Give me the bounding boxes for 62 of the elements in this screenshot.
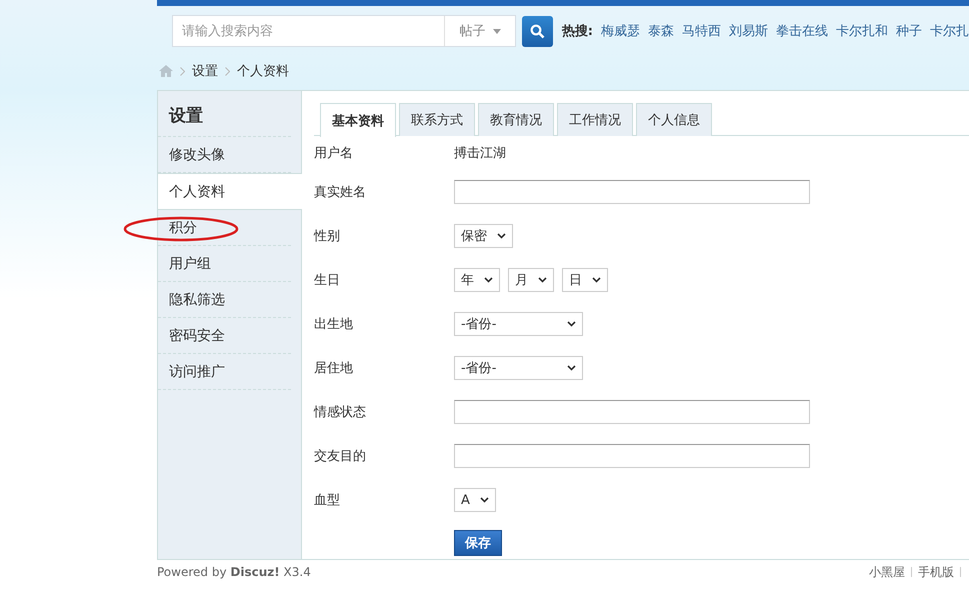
caret-icon bbox=[493, 28, 502, 34]
chevron-down-icon bbox=[567, 365, 576, 371]
tab[interactable]: 联系方式 bbox=[399, 103, 475, 136]
search-icon bbox=[530, 24, 546, 38]
sidebar-item[interactable]: 用户组 bbox=[158, 246, 291, 282]
hot-search-link[interactable]: 卡尔扎和 bbox=[836, 22, 888, 40]
select-dropdown[interactable]: A bbox=[454, 488, 496, 512]
input-field[interactable] bbox=[454, 400, 810, 424]
field-label: 真实姓名 bbox=[314, 184, 367, 201]
powered-by-text: Powered by Discuz! X3.4 bbox=[157, 565, 311, 579]
save-button[interactable]: 保存 bbox=[454, 530, 502, 556]
chevron-down-icon bbox=[538, 277, 547, 283]
field-label: 用户名 bbox=[314, 145, 354, 162]
chevron-down-icon bbox=[484, 277, 493, 283]
input-field[interactable] bbox=[454, 180, 810, 204]
sidebar-title: 设置 bbox=[158, 101, 291, 137]
select-dropdown[interactable]: 月 bbox=[508, 268, 554, 292]
sidebar-item[interactable]: 个人资料 bbox=[158, 173, 302, 210]
select-dropdown[interactable]: 保密 bbox=[454, 224, 513, 248]
select-dropdown[interactable]: 年 bbox=[454, 268, 500, 292]
chevron-right-icon bbox=[180, 66, 185, 76]
tab[interactable]: 基本资料 bbox=[320, 103, 396, 137]
hot-search-link[interactable]: 梅威瑟 bbox=[601, 22, 640, 40]
tab[interactable]: 教育情况 bbox=[478, 103, 554, 136]
sidebar-item[interactable]: 访问推广 bbox=[158, 354, 291, 390]
footer-link[interactable]: 手机版 bbox=[918, 565, 954, 579]
search-button[interactable] bbox=[522, 16, 553, 46]
field-label: 交友目的 bbox=[314, 448, 367, 465]
hot-search-link[interactable]: 泰森 bbox=[648, 22, 674, 40]
footer-link[interactable]: 小黑屋 bbox=[869, 565, 905, 579]
chevron-down-icon bbox=[592, 277, 601, 283]
select-dropdown[interactable]: -省份- bbox=[454, 356, 583, 380]
search-scope-dropdown[interactable]: 帖子 bbox=[444, 16, 516, 46]
chevron-down-icon bbox=[497, 233, 506, 239]
sidebar-item[interactable]: 密码安全 bbox=[158, 318, 291, 354]
field-label: 情感状态 bbox=[314, 404, 367, 421]
input-field[interactable] bbox=[454, 444, 810, 468]
sidebar-item[interactable]: 积分 bbox=[158, 210, 291, 246]
field-label: 血型 bbox=[314, 492, 341, 509]
search-field[interactable]: 请输入搜索内容 帖子 bbox=[172, 15, 516, 47]
chevron-down-icon bbox=[480, 497, 489, 503]
sidebar-item[interactable]: 隐私筛选 bbox=[158, 282, 291, 318]
hot-search-link[interactable]: 拳击在线 bbox=[776, 22, 828, 40]
breadcrumb-link[interactable]: 设置 bbox=[192, 62, 218, 80]
field-label: 性别 bbox=[314, 228, 341, 245]
select-dropdown[interactable]: -省份- bbox=[454, 312, 583, 336]
field-label: 生日 bbox=[314, 272, 341, 289]
field-value: 搏击江湖 bbox=[454, 145, 506, 162]
hot-search-link[interactable]: 马特西 bbox=[682, 22, 721, 40]
hot-search-link[interactable]: 刘易斯 bbox=[729, 22, 768, 40]
chevron-right-icon bbox=[225, 66, 230, 76]
chevron-down-icon bbox=[567, 321, 576, 327]
tab[interactable]: 个人信息 bbox=[636, 103, 712, 136]
field-label: 出生地 bbox=[314, 316, 354, 333]
select-dropdown[interactable]: 日 bbox=[562, 268, 608, 292]
field-label: 居住地 bbox=[314, 360, 354, 377]
hot-search-link[interactable]: 卡尔扎 bbox=[930, 22, 969, 40]
hot-search-link[interactable]: 种子 bbox=[896, 22, 922, 40]
hot-search-label: 热搜: bbox=[562, 23, 593, 40]
breadcrumb-link[interactable]: 个人资料 bbox=[237, 62, 289, 80]
tab[interactable]: 工作情况 bbox=[557, 103, 633, 136]
home-icon[interactable] bbox=[159, 65, 173, 77]
